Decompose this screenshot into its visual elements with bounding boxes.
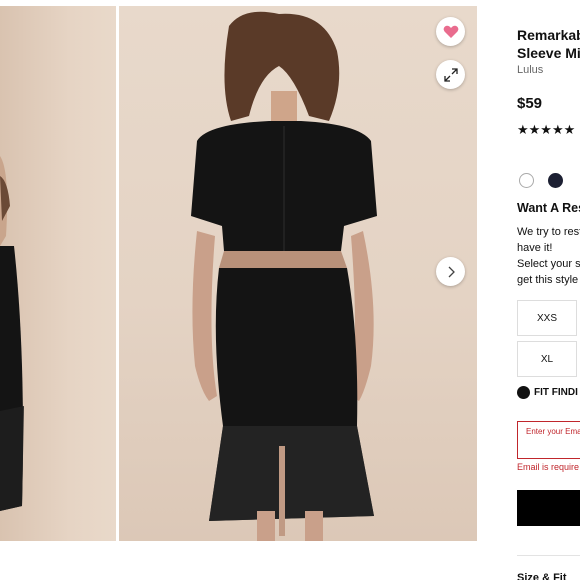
color-swatch-navy[interactable] (548, 173, 563, 188)
dress-front-illustration (0, 156, 24, 511)
fit-finder-link[interactable]: FIT FINDI (517, 386, 578, 399)
zoom-button[interactable] (436, 60, 465, 89)
next-image-button[interactable] (436, 257, 465, 286)
fit-finder-logo-icon (517, 386, 530, 399)
restock-line-1: We try to rest (517, 226, 580, 238)
email-input[interactable]: Enter your Emai (517, 421, 580, 459)
product-title: Remarkab Sleeve Mi (517, 26, 580, 62)
restock-message: We try to rest have it! Select your s ge… (517, 224, 580, 288)
expand-icon (443, 67, 458, 82)
rating-stars[interactable]: ★★★★★ (517, 122, 575, 138)
product-title-line2: Sleeve Mi (517, 45, 580, 61)
product-photo-back[interactable] (119, 6, 477, 541)
size-option-xl[interactable]: XL (517, 341, 577, 377)
notify-submit-button[interactable] (517, 490, 580, 526)
product-price: $59 (517, 95, 543, 112)
favorite-button[interactable] (436, 17, 465, 46)
color-swatch-white[interactable] (519, 173, 534, 188)
brand-name[interactable]: Lulus (517, 64, 543, 76)
dress-back-illustration (191, 11, 377, 541)
product-gallery (0, 0, 478, 580)
email-error-message: Email is require (517, 462, 580, 472)
restock-line-2: have it! (517, 242, 553, 254)
section-divider (517, 555, 580, 556)
chevron-right-icon (448, 266, 455, 277)
heart-icon (443, 25, 458, 38)
size-fit-heading[interactable]: Size & Fit (517, 572, 567, 580)
product-title-line1: Remarkab (517, 27, 580, 43)
restock-line-4: get this style (517, 274, 579, 286)
restock-line-3: Select your s (517, 258, 580, 270)
product-photo-front-partial[interactable] (0, 6, 116, 541)
product-details-panel: Remarkab Sleeve Mi Lulus $59 ★★★★★ Want A… (517, 0, 580, 580)
size-option-xxs[interactable]: XXS (517, 300, 577, 336)
fit-finder-label: FIT FINDI (534, 387, 578, 398)
restock-heading: Want A Res (517, 201, 580, 215)
